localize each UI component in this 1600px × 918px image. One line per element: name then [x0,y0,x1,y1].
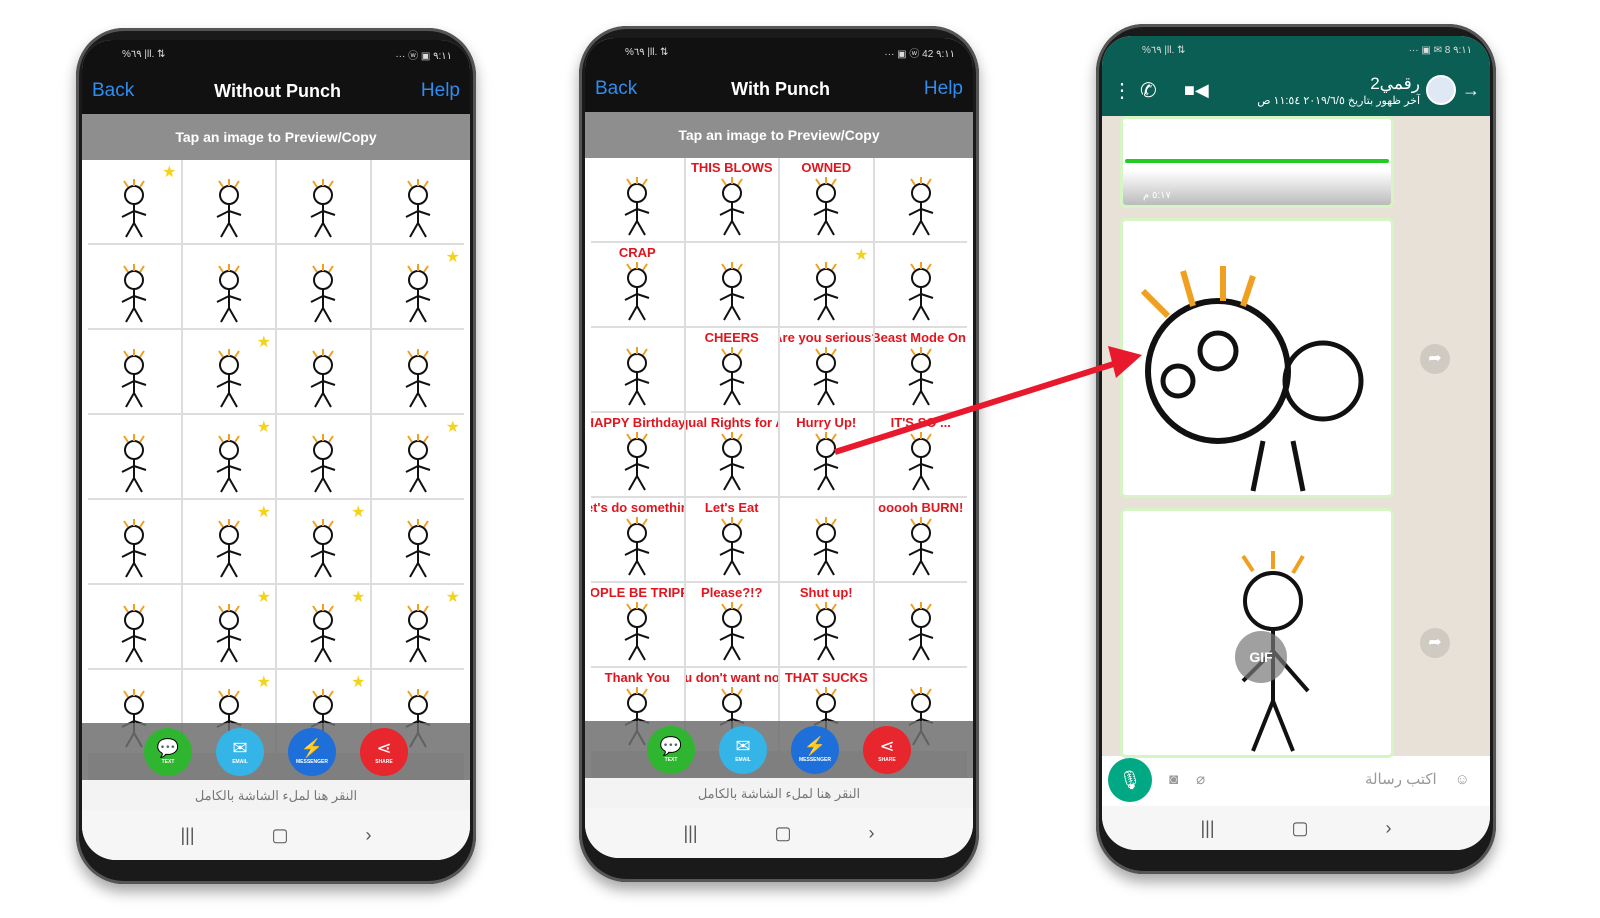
annotation-arrow [834,346,1142,455]
